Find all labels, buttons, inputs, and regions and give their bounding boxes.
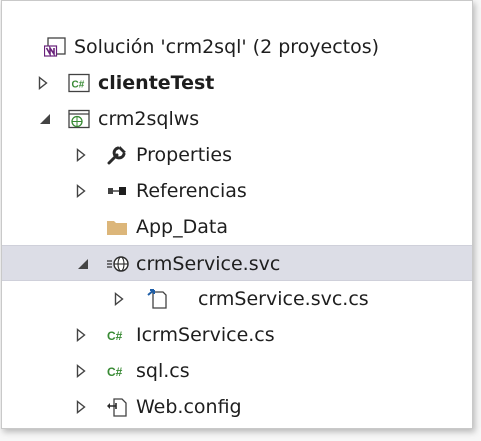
svg-text:C#: C# [72,80,85,91]
expand-arrow-icon[interactable] [74,173,88,209]
csharp-file-icon: C# [106,361,128,381]
tree-item-icrmservice-cs[interactable]: C# IcrmService.cs [2,317,472,353]
solution-explorer-tree: Solución 'crm2sql' (2 proyectos) C# clie… [1,0,473,429]
expand-arrow-icon[interactable] [74,389,88,425]
collapse-arrow-icon[interactable] [76,246,90,282]
tree-item-label: Referencias [136,180,247,202]
tree-item-solution[interactable]: Solución 'crm2sql' (2 proyectos) [2,29,472,65]
expand-arrow-icon[interactable] [36,65,50,101]
tree-item-label: crmService.svc [136,253,281,275]
tree-item-crm2sqlws[interactable]: crm2sqlws [2,101,472,137]
tree-item-referencias[interactable]: Referencias [2,173,472,209]
tree-item-clientetest[interactable]: C# clienteTest [2,65,472,101]
tree-item-label: IcrmService.cs [136,324,275,346]
expand-arrow-icon[interactable] [74,137,88,173]
tree-item-label: crm2sqlws [98,108,200,130]
svg-text:C#: C# [107,329,123,343]
tree-item-label: Solución 'crm2sql' (2 proyectos) [74,36,380,58]
tree-item-label: clienteTest [98,72,215,94]
tree-item-label: sql.cs [136,360,190,382]
code-behind-icon [146,289,168,309]
folder-icon [106,217,128,237]
solution-icon [43,37,66,57]
tree-item-sql-cs[interactable]: C# sql.cs [2,353,472,389]
tree-item-web-config[interactable]: Web.config [2,389,472,425]
expand-arrow-icon[interactable] [74,317,88,353]
web-service-icon [106,254,129,274]
tree-item-label: App_Data [136,216,228,238]
tree-item-label: crmService.svc.cs [198,288,369,310]
tree-item-label: Properties [136,144,233,166]
tree-item-properties[interactable]: Properties [2,137,472,173]
svg-text:C#: C# [107,365,123,379]
wrench-icon [106,145,128,165]
tree-item-label: Web.config [136,396,242,418]
tree-item-app-data[interactable]: App_Data [2,209,472,245]
config-file-icon [106,397,128,417]
web-project-icon [68,109,90,129]
tree-item-crmservice-svc-cs[interactable]: crmService.svc.cs [2,281,472,317]
expand-arrow-icon[interactable] [74,353,88,389]
csharp-file-icon: C# [106,325,128,345]
references-icon [106,181,128,201]
tree-item-crmservice-svc[interactable]: crmService.svc [2,245,472,281]
csharp-project-icon: C# [68,73,90,93]
collapse-arrow-icon[interactable] [38,101,52,137]
expand-arrow-icon[interactable] [112,281,126,317]
